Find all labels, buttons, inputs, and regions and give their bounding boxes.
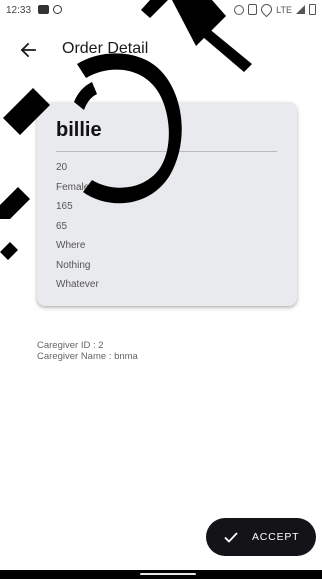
back-button[interactable] (14, 36, 42, 64)
app-bar: Order Detail (0, 28, 322, 72)
status-system-icons: LTE (234, 1, 316, 18)
profile-gender: Female (56, 181, 90, 193)
notification-sync-icon (53, 5, 62, 14)
profile-height: 165 (56, 201, 73, 212)
page-title: Order Detail (62, 40, 149, 57)
navigation-bar (0, 570, 322, 579)
wifi-icon (258, 1, 275, 18)
notification-app-icon (38, 5, 49, 14)
card-divider (56, 151, 277, 152)
profile-fields: 20 Female 165 65 Where Nothing Whatever (56, 158, 99, 295)
signal-icon (296, 5, 305, 14)
arrow-left-icon (20, 42, 36, 58)
profile-condition: Nothing (56, 259, 91, 271)
status-time: 12:33 (6, 5, 32, 16)
caregiver-info: Caregiver ID : 2 Caregiver Name : bnma (37, 340, 138, 362)
profile-location: Where (56, 240, 86, 251)
caregiver-id: Caregiver ID : 2 (37, 340, 104, 351)
profile-weight: 65 (56, 220, 68, 232)
caregiver-name: Caregiver Name : bnma (37, 351, 138, 362)
profile-notes: Whatever (56, 279, 99, 290)
check-icon (222, 528, 240, 546)
accept-label: ACCEPT (252, 531, 300, 543)
status-notification-icons (38, 5, 62, 14)
vibrate-icon (248, 4, 258, 15)
accept-button[interactable]: ACCEPT (206, 518, 316, 556)
app-screen: 12:33 LTE Order Detail billie 20 Female (0, 0, 322, 579)
network-type-label: LTE (276, 4, 292, 15)
alarm-icon (234, 4, 245, 15)
profile-name: billie (56, 119, 102, 141)
home-gesture-handle[interactable] (140, 573, 196, 575)
status-bar: 12:33 LTE (0, 0, 322, 22)
profile-age: 20 (56, 162, 68, 173)
battery-icon (309, 4, 316, 15)
profile-card: billie 20 Female 165 65 Where Nothing Wh… (37, 102, 297, 306)
